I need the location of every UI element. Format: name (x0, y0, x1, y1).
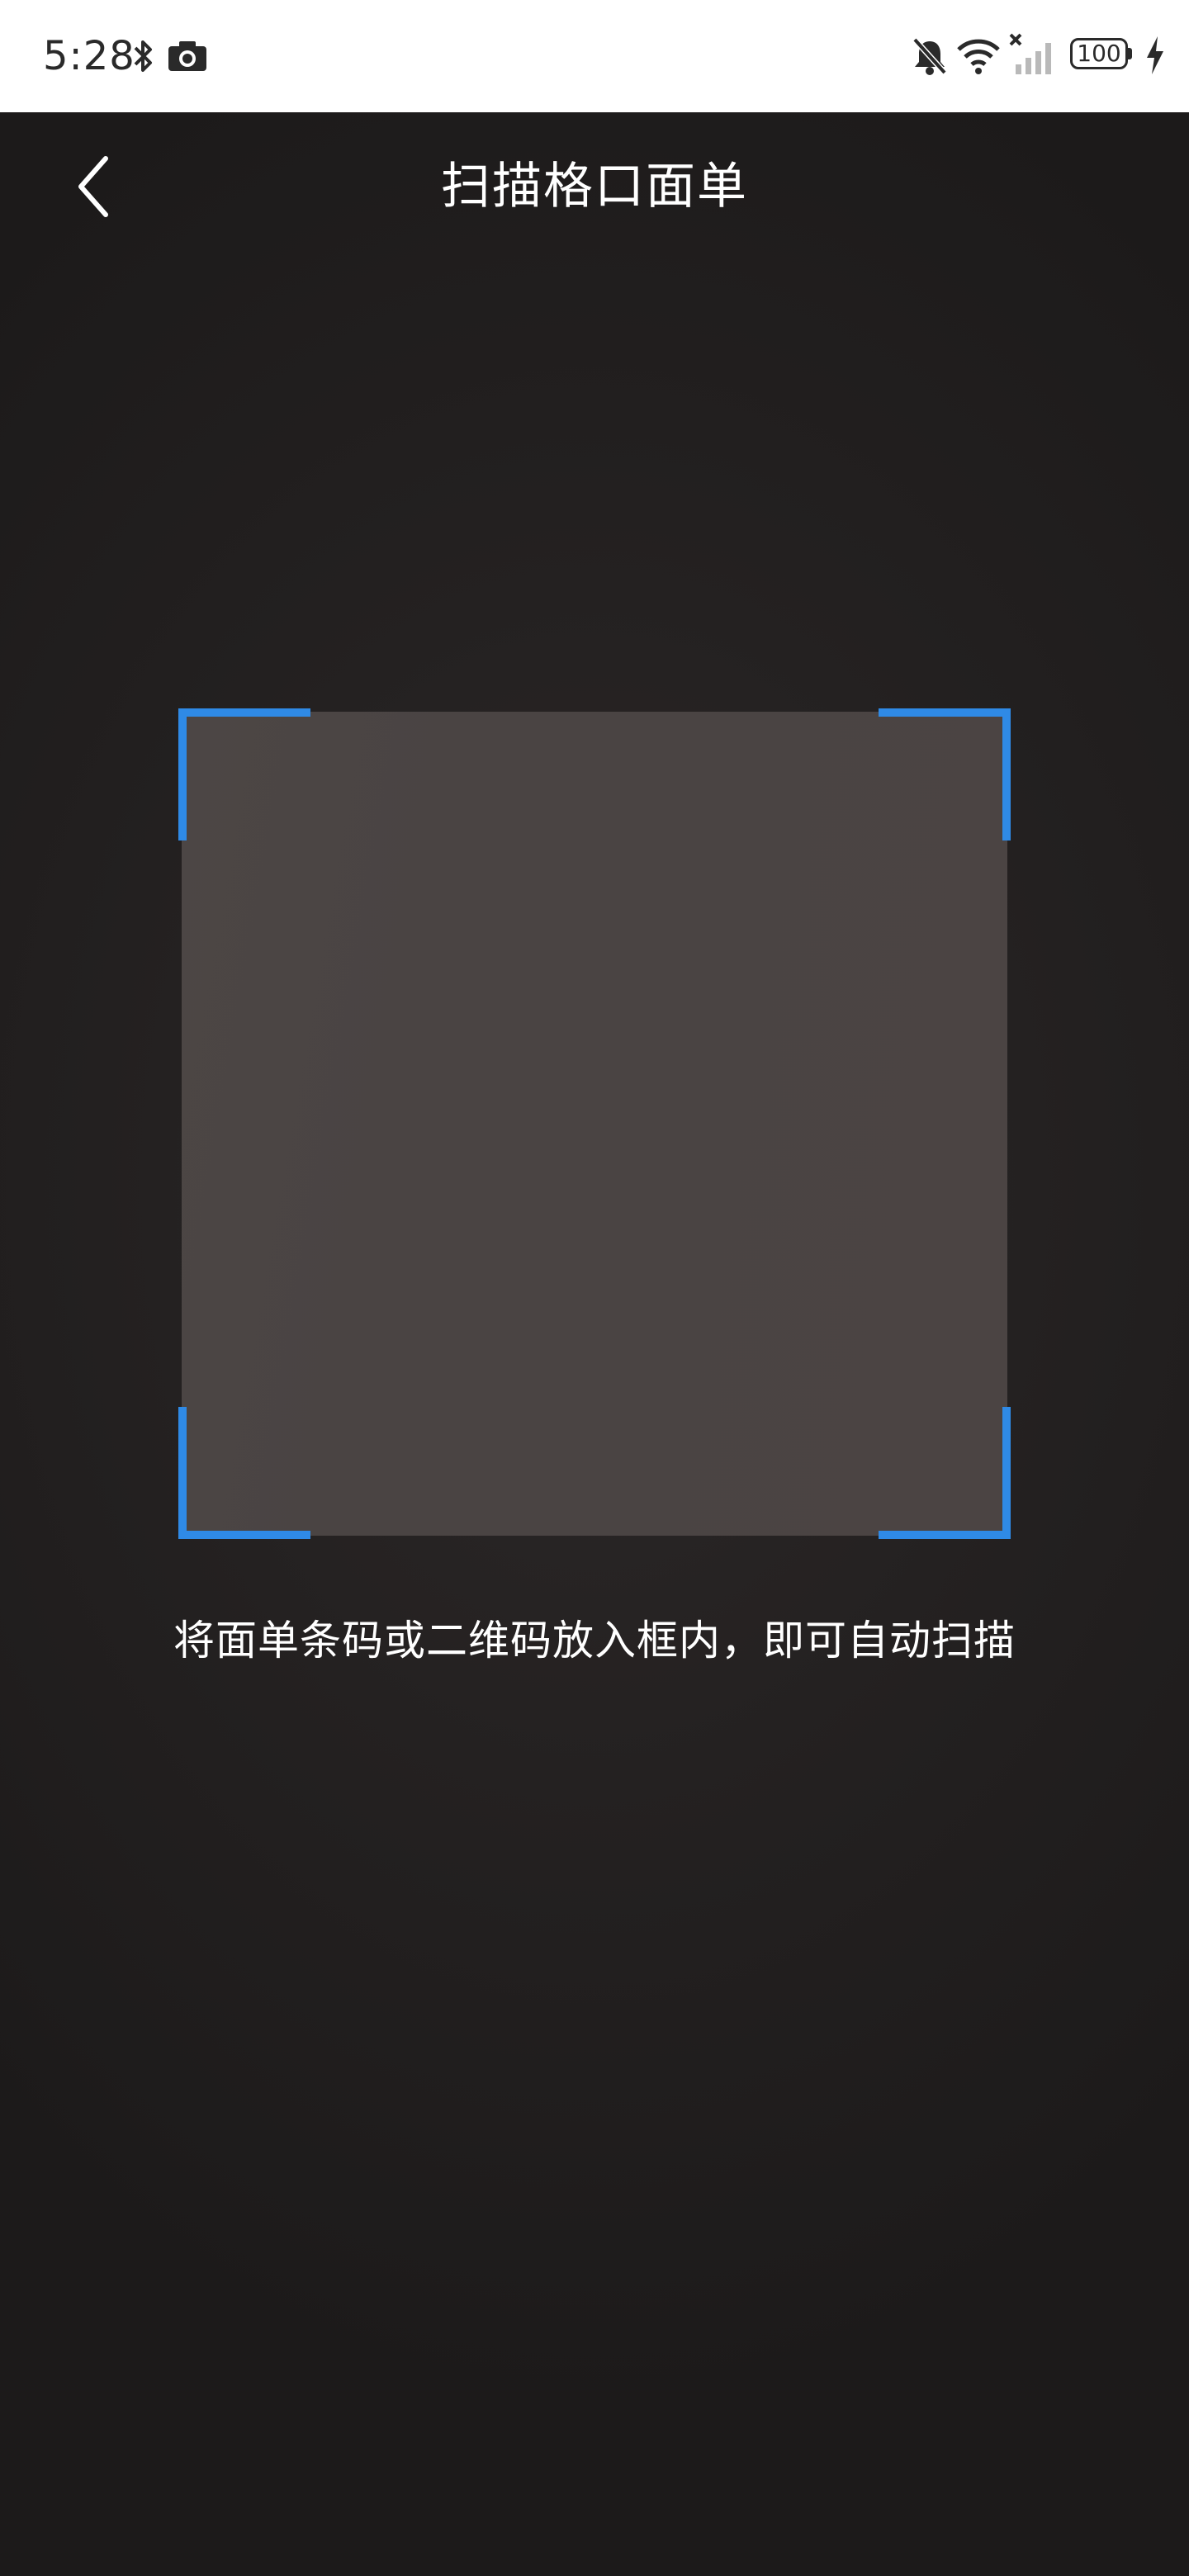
nav-bar: 扫描格口面单 (0, 112, 1189, 253)
notifications-off-icon (912, 37, 947, 75)
battery-level: 100 (1077, 40, 1121, 67)
camera-icon (168, 41, 206, 71)
scan-corner-bottom-right (879, 1407, 1011, 1539)
charging-icon (1147, 36, 1163, 74)
scan-corner-top-right (879, 708, 1011, 841)
bluetooth-icon (134, 40, 152, 72)
battery-icon: 100 (1070, 38, 1133, 73)
status-bar: 5:28 100 (0, 0, 1189, 112)
scan-corner-top-left (178, 708, 310, 841)
scan-frame (178, 708, 1011, 1539)
wifi-icon (957, 39, 1000, 74)
status-time: 5:28 (43, 33, 135, 79)
page-title: 扫描格口面单 (441, 158, 748, 215)
cellular-no-signal-icon (1009, 33, 1051, 74)
scan-hint-text: 将面单条码或二维码放入框内，即可自动扫描 (173, 1617, 1016, 1664)
scan-corner-bottom-left (178, 1407, 310, 1539)
